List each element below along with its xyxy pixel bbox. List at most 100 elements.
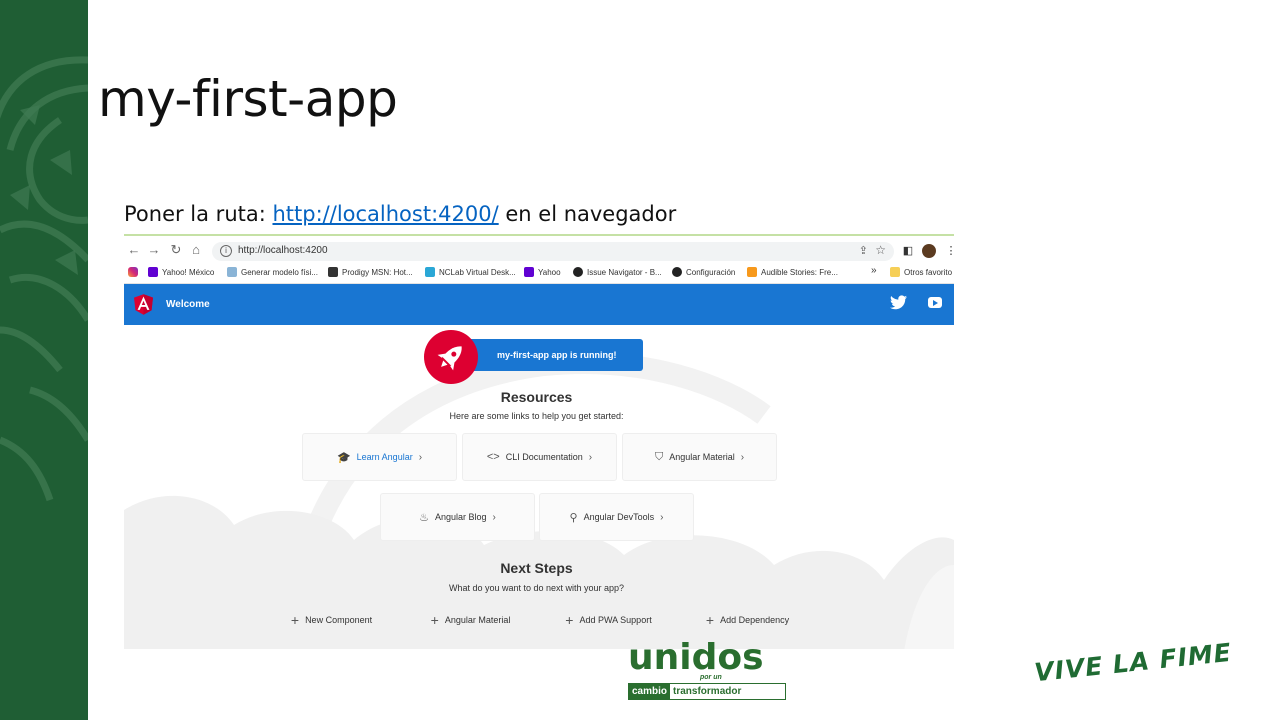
address-bar[interactable]: i http://localhost:4200 ⇪ ☆ [212, 242, 894, 261]
localhost-link[interactable]: http://localhost:4200/ [272, 202, 498, 226]
cube-icon [425, 267, 435, 277]
reload-icon[interactable]: ↻ [168, 242, 184, 258]
bookmark-label: Prodigy MSN: Hot... [342, 267, 413, 277]
slide-title: my-first-app [98, 70, 398, 128]
browser-screenshot: ← → ↻ ⌂ i http://localhost:4200 ⇪ ☆ ◧ ⋮ … [124, 234, 954, 649]
site-info-icon[interactable]: i [220, 245, 232, 257]
instruction-prefix: Poner la ruta: [124, 202, 273, 226]
bookmark-label: Generar modelo físi... [241, 267, 318, 277]
bookmark-item[interactable]: Generar modelo físi... [227, 267, 318, 277]
card-label: CLI Documentation [505, 452, 583, 462]
por-un-text: por un [700, 674, 722, 681]
step-label: Angular Material [444, 615, 511, 625]
unidos-logo: unidos por un cambio transformador [628, 637, 786, 701]
bookmark-item[interactable]: Configuración [672, 267, 735, 277]
prodigy-icon [328, 267, 338, 277]
code-icon: <> [486, 451, 500, 463]
step-label: New Component [305, 615, 373, 625]
bookmark-item[interactable]: Audible Stories: Fre... [747, 267, 838, 277]
bookmark-item[interactable]: Prodigy MSN: Hot... [328, 267, 413, 277]
add-dependency-button[interactable]: + Add Dependency [681, 604, 814, 636]
instruction-suffix: en el navegador [498, 202, 677, 226]
chevron-right-icon: › [740, 451, 745, 463]
profile-avatar[interactable] [922, 244, 936, 258]
step-label: Add Dependency [720, 615, 790, 625]
vive-la-fime-logo: VIVE LA FIME [1033, 637, 1234, 688]
unidos-wordmark: unidos [628, 637, 764, 678]
menu-kebab-icon[interactable]: ⋮ [944, 244, 955, 258]
angular-material-step-button[interactable]: + Angular Material [404, 604, 537, 636]
resources-subtitle: Here are some links to help you get star… [449, 411, 624, 421]
sidebar-toggle-icon[interactable]: ◧ [901, 244, 915, 258]
card-label: Angular Blog [434, 512, 487, 522]
running-message: my-first-app app is running! [497, 350, 617, 360]
bookmark-item[interactable]: Yahoo [524, 267, 561, 277]
folder-icon [890, 267, 900, 277]
side-band-decoration [0, 0, 88, 720]
share-icon[interactable]: ⇪ [859, 244, 868, 257]
plus-icon: + [290, 612, 300, 628]
diagram-icon [227, 267, 237, 277]
chevron-right-icon: › [660, 511, 664, 523]
gear-icon [672, 267, 682, 277]
plus-icon: + [705, 612, 715, 628]
bookmarks-bar: Yahoo! México Generar modelo físi... Pro… [124, 264, 954, 284]
instagram-bookmark[interactable] [128, 267, 138, 277]
back-icon[interactable]: ← [126, 242, 142, 258]
cambio-transformador-box: cambio transformador [628, 683, 786, 700]
chevron-right-icon: › [418, 451, 423, 463]
twitter-icon[interactable] [890, 295, 907, 310]
toolbar-welcome: Welcome [166, 299, 210, 310]
home-icon[interactable]: ⌂ [188, 242, 204, 258]
cambio-text: cambio [629, 684, 671, 699]
cli-documentation-card[interactable]: <> CLI Documentation › [462, 433, 617, 481]
audible-icon [747, 267, 757, 277]
bookmark-item[interactable]: Yahoo! México [148, 267, 214, 277]
learn-angular-card[interactable]: 🎓 Learn Angular › [302, 433, 457, 481]
angular-devtools-card[interactable]: ⚲ Angular DevTools › [539, 493, 694, 541]
rocket-icon [437, 346, 462, 371]
instagram-icon [128, 267, 138, 277]
shield-icon: ⛉ [654, 450, 664, 463]
bookmark-label: NCLab Virtual Desk... [439, 267, 516, 277]
rocket-badge [424, 330, 478, 384]
chevron-right-icon: › [492, 511, 496, 523]
slide: my-first-app Poner la ruta: http://local… [0, 0, 1280, 720]
card-label: Angular DevTools [583, 512, 655, 522]
bookmark-item[interactable]: NCLab Virtual Desk... [425, 267, 516, 277]
bookmark-label: Issue Navigator - B... [587, 267, 662, 277]
yahoo-icon [148, 267, 158, 277]
youtube-icon[interactable] [928, 297, 942, 308]
yahoo-icon [524, 267, 534, 277]
card-label: Learn Angular [356, 452, 413, 462]
bookmark-label: Audible Stories: Fre... [761, 267, 838, 277]
chevron-right-icon: › [588, 451, 593, 463]
bookmark-star-icon[interactable]: ☆ [875, 243, 886, 257]
app-toolbar: Welcome [124, 284, 954, 325]
forward-icon[interactable]: → [146, 242, 162, 258]
plus-icon: + [430, 612, 439, 628]
angular-logo-icon [134, 294, 153, 315]
flame-icon: ♨ [419, 511, 429, 524]
bookmark-label: Yahoo! México [162, 267, 215, 277]
bookmark-item[interactable]: Issue Navigator - B... [573, 267, 662, 277]
transformador-text: transformador [673, 686, 742, 697]
add-pwa-support-button[interactable]: + Add PWA Support [542, 604, 675, 636]
more-bookmarks-button[interactable]: » [871, 265, 877, 276]
graduation-cap-icon: 🎓 [336, 451, 351, 464]
step-row-partial [400, 647, 533, 649]
background-clouds [124, 352, 954, 649]
tiger-watermark-icon [0, 56, 88, 502]
globe-icon [573, 267, 583, 277]
browser-address-row: ← → ↻ ⌂ i http://localhost:4200 ⇪ ☆ ◧ ⋮ [124, 238, 954, 264]
bookmark-label: Yahoo [538, 267, 561, 277]
other-favorites-folder[interactable]: Otros favorito [890, 267, 952, 277]
bookmark-label: Configuración [686, 267, 736, 277]
new-component-button[interactable]: + New Component [265, 604, 398, 636]
card-label: Angular Material [669, 452, 735, 462]
angular-material-card[interactable]: ⛉ Angular Material › [622, 433, 777, 481]
step-label: Add PWA Support [579, 615, 652, 625]
angular-blog-card[interactable]: ♨ Angular Blog › [380, 493, 535, 541]
resources-heading: Resources [500, 389, 573, 405]
next-steps-heading: Next Steps [500, 560, 573, 576]
